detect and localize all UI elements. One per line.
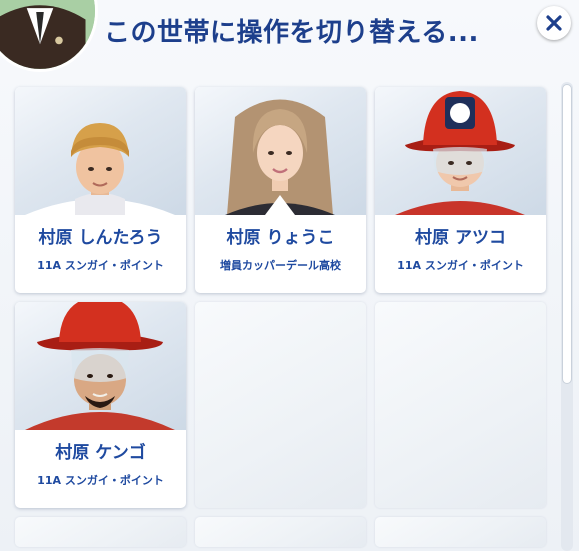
sim-portrait bbox=[375, 87, 546, 215]
sim-name: 村原 りょうこ bbox=[226, 228, 335, 248]
sim-location: 11A スンガイ・ポイント bbox=[37, 259, 164, 272]
sim-card[interactable]: 村原 りょうこ 増員カッパーデール高校 bbox=[195, 87, 366, 293]
dialog-header: この世帯に操作を切り替える... bbox=[0, 0, 579, 76]
sim-card[interactable]: 村原 しんたろう 11A スンガイ・ポイント bbox=[15, 87, 186, 293]
scrollbar-thumb[interactable] bbox=[562, 84, 572, 384]
sim-card[interactable]: 村原 アツコ 11A スンガイ・ポイント bbox=[375, 87, 546, 293]
close-button[interactable] bbox=[537, 6, 571, 40]
empty-slot bbox=[15, 517, 186, 547]
sim-name: 村原 ケンゴ bbox=[55, 443, 146, 463]
sim-grid: 村原 しんたろう 11A スンガイ・ポイント 村原 りょうこ 増員カッパーデール… bbox=[15, 87, 546, 547]
dialog-title: この世帯に操作を切り替える... bbox=[104, 18, 479, 48]
sim-name: 村原 しんたろう bbox=[38, 228, 163, 248]
sim-location: 増員カッパーデール高校 bbox=[220, 259, 341, 272]
switch-household-dialog: この世帯に操作を切り替える... 村原 しんたろう 11A スンガイ・ポイント … bbox=[0, 0, 579, 551]
sim-portrait bbox=[15, 302, 186, 430]
sim-portrait bbox=[15, 87, 186, 215]
household-avatar bbox=[0, 0, 98, 72]
empty-slot bbox=[375, 302, 546, 508]
sim-name: 村原 アツコ bbox=[415, 228, 506, 248]
empty-slot bbox=[375, 517, 546, 547]
empty-slot bbox=[195, 517, 366, 547]
sim-avatar-icon bbox=[0, 0, 95, 69]
sim-portrait bbox=[195, 87, 366, 215]
sim-card[interactable]: 村原 ケンゴ 11A スンガイ・ポイント bbox=[15, 302, 186, 508]
sim-location: 11A スンガイ・ポイント bbox=[397, 259, 524, 272]
close-icon bbox=[546, 15, 562, 31]
empty-slot bbox=[195, 302, 366, 508]
sim-location: 11A スンガイ・ポイント bbox=[37, 474, 164, 487]
